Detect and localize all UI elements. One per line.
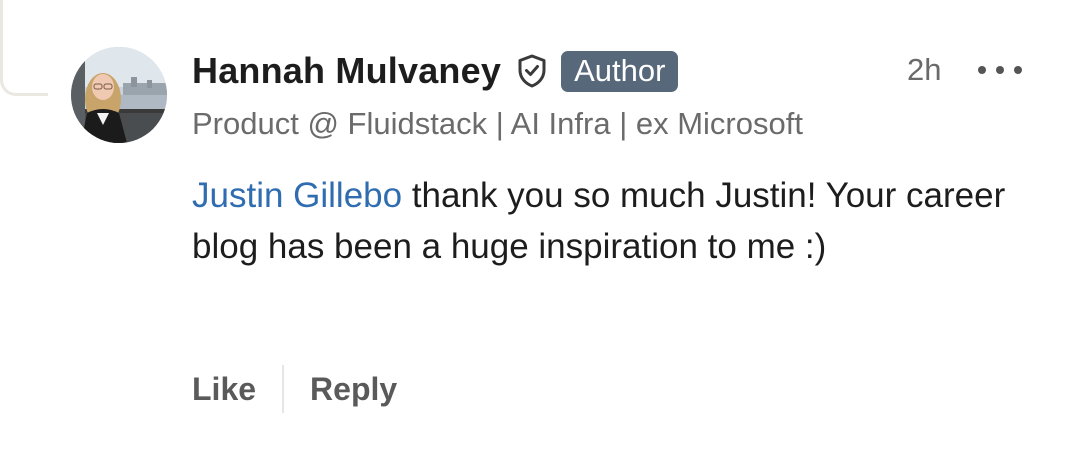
avatar-photo [71, 47, 167, 143]
author-badge: Author [561, 50, 679, 92]
comment-actions: Like Reply [192, 364, 397, 414]
ellipsis-icon [978, 66, 986, 74]
reply-button[interactable]: Reply [310, 365, 397, 413]
shield-check-icon [515, 54, 549, 88]
action-divider [282, 365, 285, 413]
thread-connector-line [0, 0, 48, 96]
more-options-button[interactable] [978, 56, 1022, 84]
timestamp: 2h [907, 52, 942, 87]
mention-link[interactable]: Justin Gillebo [192, 176, 402, 215]
comment-text: Justin Gillebo thank you so much Justin!… [192, 170, 1012, 272]
author-headline: Product @ Fluidstack | AI Infra | ex Mic… [192, 106, 803, 141]
ellipsis-icon [1014, 66, 1022, 74]
ellipsis-icon [996, 66, 1004, 74]
like-button[interactable]: Like [192, 365, 256, 413]
comment-header: Hannah Mulvaney Author 2h [192, 46, 1032, 96]
avatar[interactable] [71, 47, 167, 143]
author-name[interactable]: Hannah Mulvaney [192, 50, 501, 92]
